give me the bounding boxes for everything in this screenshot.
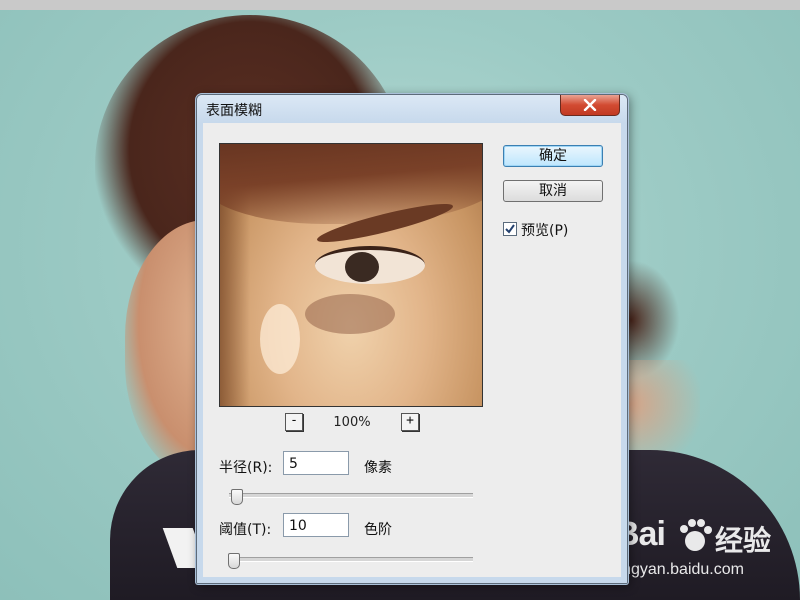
radius-slider-thumb[interactable] [231, 489, 243, 505]
baidu-watermark: Bai 经验 jingyan.baidu.com [615, 515, 800, 590]
zoom-out-button[interactable]: - [285, 413, 303, 431]
preview-image[interactable] [219, 143, 483, 407]
checkmark-icon [505, 224, 515, 234]
threshold-slider-track[interactable] [229, 557, 473, 562]
threshold-slider-thumb[interactable] [228, 553, 240, 569]
preview-checkbox[interactable] [503, 222, 517, 236]
watermark-cn-text: 经验 [715, 524, 772, 557]
preview-iris [345, 252, 379, 282]
preview-highlight [260, 304, 300, 374]
cancel-button[interactable]: 取消 [503, 180, 603, 202]
radius-label: 半径(R): [219, 460, 273, 476]
watermark-url: jingyan.baidu.com [615, 561, 744, 578]
close-button[interactable] [560, 95, 620, 116]
dialog-title: 表面模糊 [206, 103, 262, 119]
preview-checkbox-label[interactable]: 预览(P) [521, 220, 568, 240]
dialog-frame-bottom [197, 577, 627, 583]
threshold-label: 阈值(T): [219, 522, 272, 538]
ok-button[interactable]: 确定 [503, 145, 603, 167]
zoom-in-button[interactable]: + [401, 413, 419, 431]
baidu-paw-icon [680, 519, 712, 551]
radius-unit: 像素 [364, 460, 392, 476]
close-icon [583, 99, 597, 111]
threshold-input[interactable]: 10 [283, 513, 349, 537]
preview-eye [315, 246, 425, 284]
zoom-level: 100% [333, 415, 371, 430]
radius-slider-track[interactable] [229, 493, 473, 498]
surface-blur-dialog: 表面模糊 - 100% + 确定 取消 预览(P) 半径(R): 5 像素 阈值… [196, 94, 628, 584]
preview-shadow [305, 294, 395, 334]
dialog-frame-right [621, 123, 627, 583]
top-window-strip [0, 0, 800, 10]
dialog-titlebar[interactable]: 表面模糊 [197, 95, 627, 123]
radius-input[interactable]: 5 [283, 451, 349, 475]
dialog-frame-left [197, 123, 203, 583]
threshold-unit: 色阶 [364, 522, 392, 538]
